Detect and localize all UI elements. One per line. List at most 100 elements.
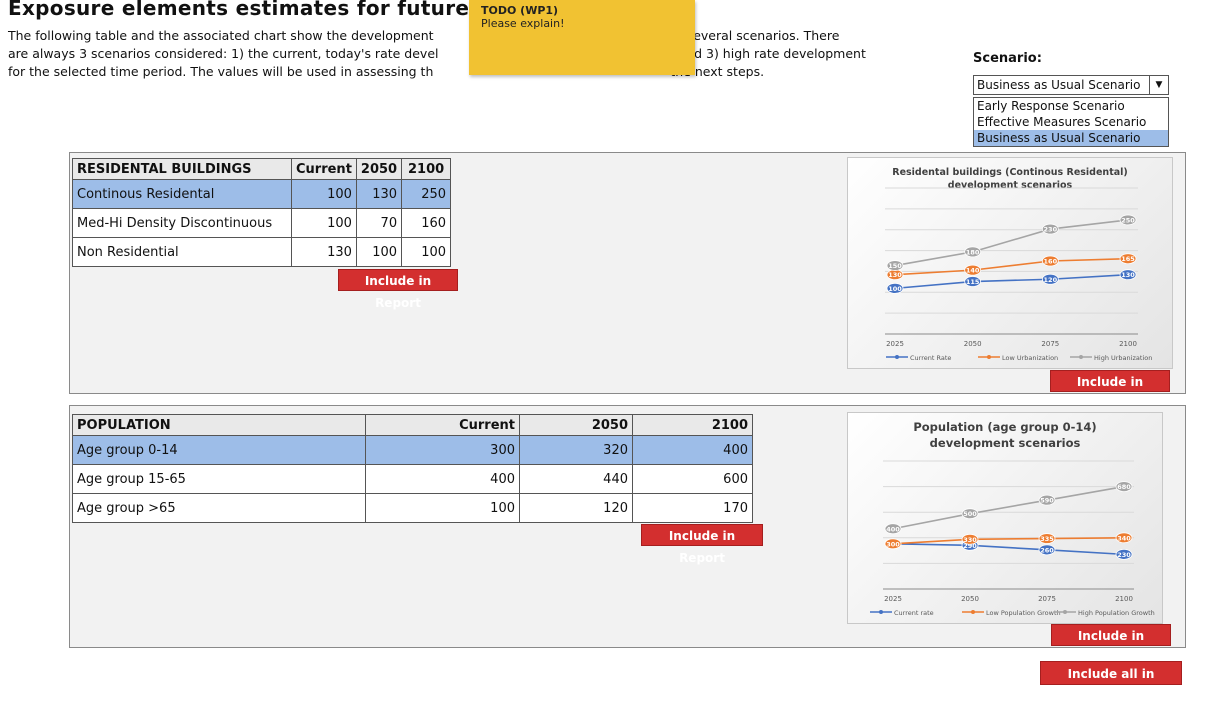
include-population-table-button[interactable]: Include in Report	[641, 524, 763, 565]
population-chart-svg: Population (age group 0-14) development s…	[870, 420, 1155, 617]
data-label: 115	[966, 278, 980, 286]
series-line	[894, 273, 1129, 290]
residential-chart: Residental buildings (Continous Resident…	[847, 157, 1173, 369]
col-header: 2100	[632, 414, 753, 436]
x-tick-label: 2100	[1119, 340, 1137, 348]
data-label: 400	[886, 525, 900, 533]
legend-marker	[971, 610, 975, 614]
scenario-option-selected[interactable]: Business as Usual Scenario	[974, 130, 1168, 146]
residential-chart-svg: Residental buildings (Continous Resident…	[885, 167, 1152, 362]
cell-value: 440	[519, 464, 633, 494]
data-label: 130	[1121, 271, 1135, 279]
data-label: 590	[1040, 497, 1054, 505]
include-all-button[interactable]: Include all in Report	[1040, 661, 1182, 705]
chart-title: development scenarios	[930, 436, 1081, 450]
scenario-option[interactable]: Early Response Scenario	[974, 98, 1168, 114]
scenario-selected-value: Business as Usual Scenario	[977, 78, 1141, 92]
cell-value: 100	[401, 237, 452, 267]
legend-label: High Population Growth	[1078, 609, 1155, 617]
table-row[interactable]: Age group 15-65 400 440 600	[72, 464, 753, 494]
cell-value: 600	[632, 464, 753, 494]
cell-value: 250	[401, 179, 452, 209]
legend-label: Low Urbanization	[1002, 354, 1058, 362]
x-tick-label: 2025	[884, 595, 902, 603]
col-header: RESIDENTAL BUILDINGS	[72, 158, 292, 180]
residential-panel: RESIDENTAL BUILDINGS Current 2050 2100 C…	[69, 152, 1186, 411]
cell-value: 130	[355, 179, 403, 209]
cell-value: 320	[519, 435, 633, 465]
series-line	[892, 537, 1125, 545]
scenario-label: Scenario:	[973, 51, 1042, 66]
row-label: Med-Hi Density Discontinuous	[72, 208, 292, 238]
cell-value: 70	[355, 208, 403, 238]
legend-label: Low Population Growth	[986, 609, 1061, 617]
cell-value: 160	[401, 208, 452, 238]
data-label: 100	[888, 285, 902, 293]
col-header: 2050	[355, 158, 403, 180]
cell-value: 130	[291, 237, 357, 267]
legend-label: High Urbanization	[1094, 354, 1152, 362]
data-label: 160	[1044, 258, 1058, 266]
data-label: 330	[963, 536, 977, 544]
population-chart: Population (age group 0-14) development s…	[847, 412, 1163, 624]
data-label: 260	[1040, 546, 1054, 554]
table-row[interactable]: Non Residential 130 100 100	[72, 237, 452, 267]
intro-text: The following table and the associated c…	[8, 27, 908, 81]
legend-marker	[1079, 355, 1083, 359]
data-label: 340	[1117, 534, 1131, 542]
note-title: TODO (WP1)	[481, 4, 559, 17]
data-label: 165	[1121, 255, 1135, 263]
population-table: POPULATION Current 2050 2100 Age group 0…	[72, 414, 753, 523]
legend-label: Current rate	[894, 609, 934, 617]
cell-value: 100	[291, 179, 357, 209]
intro-line-3: for the selected time period. The values…	[8, 64, 434, 79]
cell-value: 170	[632, 493, 753, 523]
data-label: 300	[886, 540, 900, 548]
cell-value: 120	[519, 493, 633, 523]
table-row[interactable]: Age group >65 100 120 170	[72, 493, 753, 523]
data-label: 180	[966, 248, 980, 256]
table-row[interactable]: Continous Residental 100 130 250	[72, 179, 452, 209]
data-label: 500	[963, 510, 977, 518]
chevron-down-icon[interactable]: ▼	[1149, 76, 1168, 94]
data-label: 150	[888, 262, 902, 270]
cell-value: 100	[355, 237, 403, 267]
chart-title: development scenarios	[948, 180, 1073, 191]
legend-marker	[879, 610, 883, 614]
data-label: 130	[888, 271, 902, 279]
include-population-chart-button[interactable]: Include in Report	[1051, 624, 1171, 665]
legend-marker	[987, 355, 991, 359]
data-label: 140	[966, 267, 980, 275]
data-label: 230	[1044, 226, 1058, 234]
col-header: Current	[365, 414, 520, 436]
row-label: Age group >65	[72, 493, 366, 523]
cell-value: 400	[632, 435, 753, 465]
scenario-option[interactable]: Effective Measures Scenario	[974, 114, 1168, 130]
chart-title: Population (age group 0-14)	[913, 420, 1096, 434]
residential-table: RESIDENTAL BUILDINGS Current 2050 2100 C…	[72, 158, 452, 267]
data-label: 230	[1117, 551, 1131, 559]
intro-line-2b: and 3) high rate development	[678, 46, 866, 61]
table-row[interactable]: Med-Hi Density Discontinuous 100 70 160	[72, 208, 452, 238]
page-title: Exposure elements estimates for future	[8, 0, 470, 20]
data-label: 680	[1117, 483, 1131, 491]
col-header: 2100	[401, 158, 452, 180]
x-tick-label: 2050	[964, 340, 982, 348]
x-tick-label: 2100	[1115, 595, 1133, 603]
todo-sticky-note[interactable]: TODO (WP1) Please explain!	[469, 0, 695, 75]
include-residential-chart-button[interactable]: Include in Report	[1050, 370, 1170, 411]
series-line	[894, 219, 1129, 267]
legend-label: Current Rate	[910, 354, 951, 362]
x-tick-label: 2050	[961, 595, 979, 603]
include-residential-table-button[interactable]: Include in Report	[338, 269, 458, 310]
row-label: Age group 15-65	[72, 464, 366, 494]
legend-marker	[895, 355, 899, 359]
x-tick-label: 2025	[886, 340, 904, 348]
table-row[interactable]: Age group 0-14 300 320 400	[72, 435, 753, 465]
note-body: Please explain!	[481, 17, 565, 30]
scenario-select[interactable]: Business as Usual Scenario ▼	[973, 75, 1169, 95]
scenario-dropdown-list: Early Response Scenario Effective Measur…	[973, 97, 1169, 147]
cell-value: 300	[365, 435, 520, 465]
intro-line-2: are always 3 scenarios considered: 1) th…	[8, 46, 439, 61]
series-line	[892, 543, 1125, 556]
